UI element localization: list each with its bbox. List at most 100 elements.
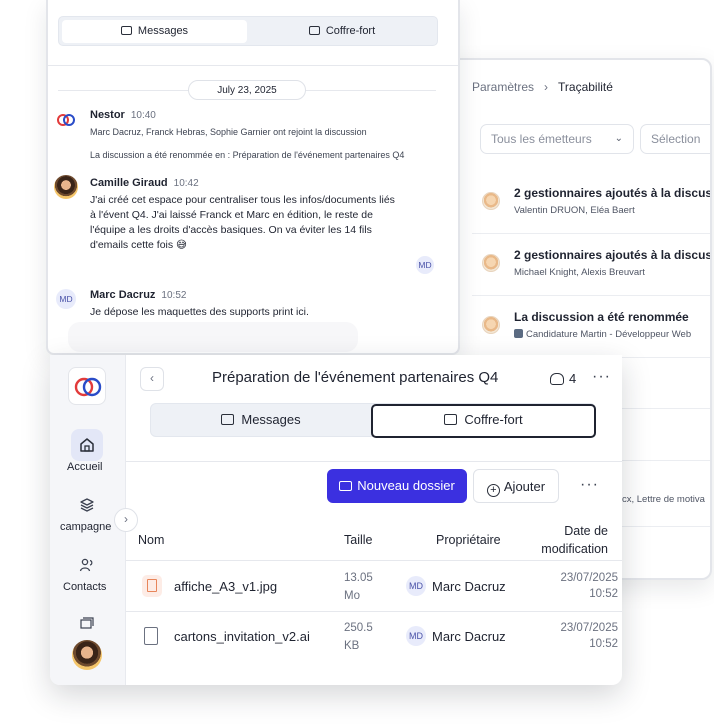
folder-plus-icon [339,481,353,491]
emitter-filter-select[interactable]: Tous les émetteurs ⌄ [480,124,634,154]
divider [126,611,622,612]
file-date-day: 23/07/2025 [560,572,618,584]
system-message: Marc Dacruz, Franck Hebras, Sophie Garni… [90,127,367,137]
tab-messages[interactable]: Messages [62,20,247,43]
trace-partial-text: cx, Lettre de motiva [622,494,705,505]
new-folder-button[interactable]: Nouveau dossier [327,469,467,503]
messages-icon [221,414,235,425]
divider [126,560,622,561]
user-avatar[interactable] [72,640,102,670]
chat-panel: Messages Coffre-fort July 23, 2025 Nesto… [46,0,460,355]
vault-window: Accueil campagne Contacts › ‹ Préparatio… [50,355,622,685]
file-size: 250.5 KB [344,619,388,655]
file-size-value: 13.05 [344,572,373,584]
column-header-owner[interactable]: Propriétaire [436,533,501,547]
page-title: Préparation de l'événement partenaires Q… [212,369,499,386]
file-owner: Marc Dacruz [432,629,506,644]
message-author: Camille Giraud 10:42 [90,177,199,189]
breadcrumb-parent[interactable]: Paramètres [472,80,534,94]
nestor-logo-icon [57,114,75,126]
trace-event-row[interactable]: 2 gestionnaires ajoutés à la discussio M… [472,234,710,296]
add-button[interactable]: + Ajouter [473,469,559,503]
trace-event-row[interactable]: 2 gestionnaires ajoutés à la discussio V… [472,172,710,234]
file-owner: Marc Dacruz [432,579,506,594]
avatar [482,254,500,272]
back-button[interactable]: ‹ [140,367,164,391]
file-date: 23/07/2025 10:52 [536,570,618,602]
file-name[interactable]: affiche_A3_v1.jpg [174,579,277,594]
message-body: Je dépose les maquettes des supports pri… [90,306,309,318]
file-date-time: 10:52 [589,638,618,650]
breadcrumb-current: Traçabilité [558,80,613,94]
trace-event-title: La discussion a été renommée [514,310,689,324]
trace-event-subtitle: Michael Knight, Alexis Breuvart [514,267,645,278]
emitter-filter-value: Tous les émetteurs [491,132,592,146]
tab-vault[interactable]: Coffre-fort [371,404,596,438]
messages-icon [120,26,132,35]
avatar: MD [56,289,76,309]
screenshot-stage: Paramètres › Traçabilité Tous les émetteur… [0,0,714,726]
column-header-date[interactable]: Date de modification [536,524,608,556]
column-header-name[interactable]: Nom [138,533,164,547]
system-message: La discussion a été renommée en : Prépar… [90,150,405,160]
users-icon [550,373,564,385]
selection-filter-value: Sélection [651,132,701,146]
image-file-icon [142,575,162,597]
avatar [54,175,78,199]
vault-tabs: Messages Coffre-fort [150,403,596,438]
file-size-unit: KB [344,640,360,652]
trace-event-subtitle: Candidature Martin - Développeur Web [514,329,691,340]
contacts-icon [79,558,93,572]
column-header-size[interactable]: Taille [344,533,373,547]
trace-event-row[interactable]: La discussion a été renommée Candidature… [472,296,710,358]
new-folder-label: Nouveau dossier [357,478,455,493]
tab-vault[interactable]: Coffre-fort [249,20,435,43]
breadcrumb: Paramètres › Traçabilité [472,80,613,94]
members-button[interactable]: 4 [550,371,576,386]
chevron-right-icon: › [544,80,549,94]
document-icon [514,329,523,338]
message-author-name: Nestor [90,109,125,121]
sidebar-item-home[interactable] [71,429,103,461]
sidebar-item-label[interactable]: campagne [60,521,111,533]
layers-icon [80,498,94,512]
actions-more-button[interactable]: ··· [580,476,599,494]
file-size-value: 250.5 [344,622,373,634]
message-time: 10:42 [173,178,199,189]
sidebar-item-label[interactable]: Contacts [63,581,106,593]
file-date-time: 10:52 [589,588,618,600]
home-icon [80,438,94,452]
gallery-icon [80,617,94,629]
selection-filter-select[interactable]: Sélection [640,124,710,154]
divider [48,65,458,66]
avatar: MD [406,626,426,646]
message-time: 10:52 [161,290,187,301]
trace-event-subtitle: Valentin DRUON, Eléa Baert [514,205,635,216]
sidebar-item-label[interactable]: Accueil [67,461,102,473]
file-name[interactable]: cartons_invitation_v2.ai [174,629,310,644]
column-header-date-line1: Date de [564,524,608,538]
app-logo[interactable] [68,367,106,405]
main-content: ‹ Préparation de l'événement partenaires… [126,355,622,685]
divider [126,461,622,462]
date-divider: July 23, 2025 [188,80,306,100]
plus-circle-icon: + [486,484,500,497]
file-date: 23/07/2025 10:52 [536,620,618,652]
column-header-date-line2: modification [541,542,608,556]
tab-vault-label: Coffre-fort [325,25,376,37]
tab-messages[interactable]: Messages [151,404,371,438]
message-time: 10:40 [130,110,156,121]
message-body: J'ai créé cet espace pour centraliser to… [90,194,395,251]
message-author: Nestor 10:40 [90,109,156,121]
tab-messages-label: Messages [137,25,189,37]
chevron-down-icon: ⌄ [614,133,623,144]
members-count: 4 [569,371,577,386]
tab-messages-label: Messages [241,412,301,427]
vault-folder-icon [444,414,458,425]
read-receipt-badge: MD [416,256,434,274]
nestor-logo-icon [74,377,102,397]
vault-folder-icon [308,26,320,35]
header-more-button[interactable]: ··· [592,368,611,386]
file-date-day: 23/07/2025 [560,622,618,634]
avatar: MD [406,576,426,596]
